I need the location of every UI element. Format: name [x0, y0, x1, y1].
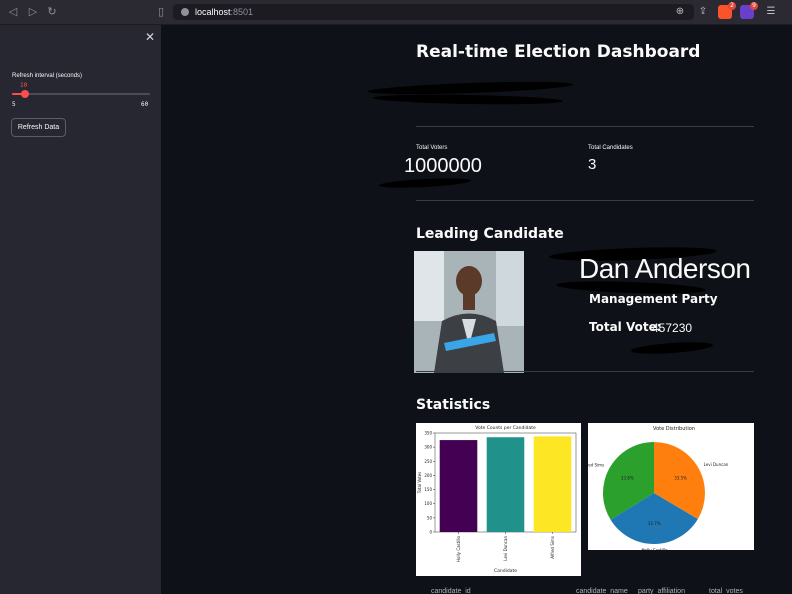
- url-text: localhost:8501: [195, 4, 253, 20]
- y-tick-label: 0: [429, 530, 432, 535]
- metric-label-total-voters: Total Voters: [416, 145, 448, 151]
- refresh-interval-slider[interactable]: [12, 90, 150, 98]
- table-header-cell: candidate_name: [576, 588, 628, 594]
- menu-icon[interactable]: ☰: [764, 5, 778, 19]
- table-header-cell: candidate_id: [431, 588, 471, 594]
- results-table-header: candidate_id candidate_name party_affili…: [416, 586, 754, 594]
- pie-percent-label: 33.8%: [621, 476, 634, 481]
- url-host: localhost: [195, 7, 231, 17]
- metric-value-total-voters: 1000000: [404, 155, 482, 177]
- metric-value-total-candidates: 3: [588, 156, 597, 173]
- pie-percent-label: 32.7%: [648, 521, 661, 526]
- y-tick-label: 350: [424, 431, 432, 436]
- bar: [533, 436, 572, 532]
- y-tick-label: 100: [424, 501, 432, 506]
- pie-percent-label: 33.5%: [674, 475, 687, 480]
- page-title: Real-time Election Dashboard: [416, 42, 701, 62]
- slider-max: 60: [141, 101, 149, 108]
- chart-title: Vote Counts per Candidate: [475, 425, 536, 431]
- slider-label: Refresh interval (seconds): [12, 73, 83, 79]
- total-vote-label: Total Vote:: [589, 320, 662, 334]
- x-tick-label: Alfred Sims: [550, 536, 555, 559]
- divider: [416, 126, 754, 127]
- y-axis-label: Total Votes: [417, 472, 422, 495]
- vote-counts-bar-chart: Vote Counts per Candidate 0 50 100 150 200 250…: [417, 425, 577, 574]
- pie-chart-card: Vote Distribution 33.8% Alfred Sims 32.7% Ho…: [588, 423, 754, 550]
- table-header-cell: total_votes: [709, 588, 743, 594]
- pie-slice-label: Levi Duncan: [704, 462, 729, 467]
- share-icon[interactable]: ⇪: [696, 5, 710, 19]
- y-tick-label: 250: [424, 459, 432, 464]
- x-tick-label: Holly Castillo: [456, 535, 461, 562]
- slider-min: 5: [12, 101, 16, 108]
- shield-extension-icon[interactable]: 2: [718, 2, 736, 19]
- pie-slice-label: Holly Castillo: [642, 548, 669, 550]
- divider: [416, 200, 754, 201]
- total-vote-value: 457230: [652, 321, 693, 335]
- x-axis-label: Candidate: [494, 568, 517, 574]
- sidebar: ✕ Refresh interval (seconds) 10 5 60 Ref…: [0, 25, 161, 594]
- x-tick-label: Levi Duncan: [503, 536, 508, 561]
- bar: [439, 440, 478, 532]
- candidate-photo: [414, 251, 524, 373]
- refresh-data-button[interactable]: Refresh Data: [11, 118, 66, 137]
- slider-thumb[interactable]: [20, 90, 29, 98]
- vote-distribution-pie-chart: Vote Distribution 33.8% Alfred Sims 32.7% Ho…: [588, 426, 729, 550]
- browser-toolbar: ◁ ▷ ↻ ▯ localhost:8501 ⊕ ⇪ 2 9 ☰: [0, 0, 792, 25]
- zoom-icon[interactable]: ⊕: [673, 5, 687, 19]
- slider-value: 10: [20, 82, 28, 89]
- site-info-icon[interactable]: [181, 8, 189, 16]
- back-icon[interactable]: ◁: [6, 5, 20, 19]
- extension-badge: 2: [728, 2, 736, 10]
- redaction-scribble: [372, 93, 564, 106]
- close-icon[interactable]: ✕: [144, 31, 156, 43]
- leading-candidate-heading: Leading Candidate: [416, 226, 564, 242]
- extension-badge: 9: [750, 2, 758, 10]
- metric-label-total-candidates: Total Candidates: [588, 145, 633, 151]
- redaction-scribble: [367, 79, 574, 97]
- forward-icon[interactable]: ▷: [26, 5, 40, 19]
- leading-candidate-name: Dan Anderson: [579, 253, 751, 284]
- bar-chart-card: Vote Counts per Candidate 0 50 100 150 200 250…: [416, 423, 581, 576]
- y-tick-label: 150: [424, 487, 432, 492]
- url-port: :8501: [230, 7, 254, 17]
- divider: [416, 371, 754, 372]
- redaction-scribble: [378, 176, 472, 190]
- y-tick-label: 50: [427, 515, 433, 520]
- bar: [486, 437, 525, 532]
- reload-icon[interactable]: ↻: [45, 5, 59, 19]
- y-tick-label: 200: [424, 473, 432, 478]
- main-content: Real-time Election Dashboard Total Voter…: [161, 25, 792, 594]
- leading-candidate-party: Management Party: [589, 292, 718, 306]
- statistics-heading: Statistics: [416, 397, 491, 413]
- chart-title: Vote Distribution: [653, 426, 695, 432]
- y-tick-label: 300: [424, 445, 432, 450]
- rewards-extension-icon[interactable]: 9: [740, 2, 758, 19]
- table-header-cell: party_affiliation: [638, 588, 685, 594]
- redaction-scribble: [630, 340, 714, 356]
- bookmark-icon[interactable]: ▯: [154, 5, 168, 19]
- pie-slice-label: Alfred Sims: [588, 463, 604, 468]
- address-bar[interactable]: localhost:8501 ⊕: [173, 4, 694, 20]
